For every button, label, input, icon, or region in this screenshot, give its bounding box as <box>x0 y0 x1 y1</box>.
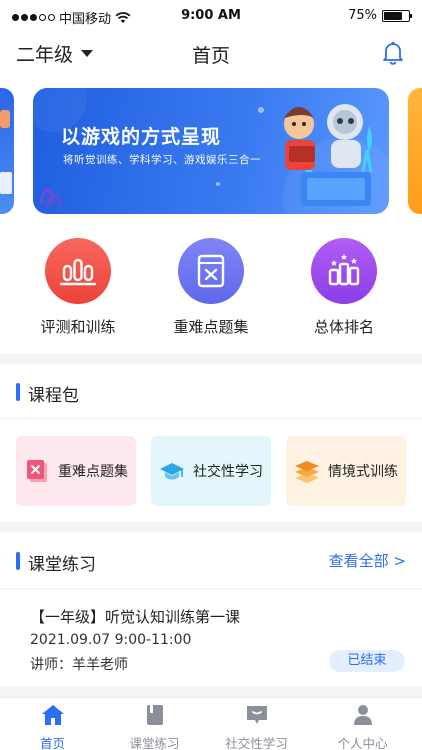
feature-label: 总体排名 <box>313 318 374 336</box>
battery-icon <box>382 9 412 22</box>
tab-label: 个人中心 <box>337 736 388 750</box>
feature-label: 重难点题集 <box>173 318 249 336</box>
person-icon <box>353 705 372 725</box>
book-icon <box>146 705 163 725</box>
carousel-prev-card[interactable] <box>0 88 14 214</box>
lesson-time: 2021.09.07 9:00-11:00 <box>30 632 192 648</box>
carousel-next-card[interactable] <box>408 88 422 214</box>
section-divider <box>0 686 422 697</box>
tab-bar: 首页 课堂练习 社交性学习 个人中心 <box>0 697 422 750</box>
separator-line <box>0 418 422 419</box>
status-bar: 中国移动 9:00 AM 75% <box>0 0 422 32</box>
lesson-teacher: 讲师：羊羊老师 <box>30 657 128 673</box>
status-badge: 已结束 <box>329 650 405 672</box>
notification-bell-icon[interactable] <box>380 40 406 66</box>
book-x-icon <box>178 238 244 304</box>
package-key-questions[interactable]: 重难点题集 <box>16 436 136 506</box>
bar-chart-icon <box>45 238 111 304</box>
tab-social-learning[interactable]: 社交性学习 <box>204 704 309 750</box>
feature-overall-ranking[interactable]: 总体排名 <box>274 238 414 337</box>
practice-title: 课堂练习 <box>16 550 96 575</box>
feature-label: 评测和训练 <box>40 318 116 336</box>
separator-line <box>0 588 422 589</box>
section-divider <box>0 522 422 532</box>
tab-label: 社交性学习 <box>225 736 288 750</box>
tab-label: 首页 <box>39 736 65 750</box>
banner-subtitle: 将听觉训练、学科学习、游戏娱乐三合一 <box>63 154 261 166</box>
status-right: 75% <box>348 8 412 23</box>
battery-percent: 75% <box>348 8 377 23</box>
package-label: 社交性学习 <box>193 464 263 480</box>
nav-bar: 二年级 首页 <box>0 32 422 76</box>
banner-carousel[interactable]: 以游戏的方式呈现 将听觉训练、学科学习、游戏娱乐三合一 <box>0 88 422 218</box>
tab-home[interactable]: 首页 <box>0 704 105 750</box>
feature-shortcuts: 评测和训练 重难点题集 总体排名 <box>0 238 422 348</box>
lesson-title: 【一年级】听觉认知训练第一课 <box>30 608 241 626</box>
feature-evaluation-training[interactable]: 评测和训练 <box>8 238 148 337</box>
tab-personal-center[interactable]: 个人中心 <box>310 704 415 750</box>
feature-key-questions[interactable]: 重难点题集 <box>141 238 281 337</box>
view-all-link[interactable]: 查看全部 > <box>329 550 406 571</box>
book-x-icon <box>27 460 47 482</box>
package-label: 重难点题集 <box>58 464 128 480</box>
kids-robot-illustration <box>284 104 372 206</box>
package-situational-training[interactable]: 情境式训练 <box>286 436 406 506</box>
chat-icon <box>246 706 267 724</box>
section-divider <box>0 354 422 364</box>
page-title: 首页 <box>191 45 230 67</box>
layers-icon <box>295 461 319 483</box>
graduation-cap-icon <box>160 463 184 480</box>
tab-label: 课堂练习 <box>129 736 180 750</box>
tab-classroom-practice[interactable]: 课堂练习 <box>102 704 207 750</box>
course-package-title: 课程包 <box>16 381 79 406</box>
home-icon <box>41 705 64 725</box>
package-social-learning[interactable]: 社交性学习 <box>151 436 271 506</box>
banner-title: 以游戏的方式呈现 <box>61 126 222 148</box>
ranking-icon <box>311 238 377 304</box>
banner[interactable]: 以游戏的方式呈现 将听觉训练、学科学习、游戏娱乐三合一 <box>33 88 389 214</box>
package-label: 情境式训练 <box>328 464 398 480</box>
